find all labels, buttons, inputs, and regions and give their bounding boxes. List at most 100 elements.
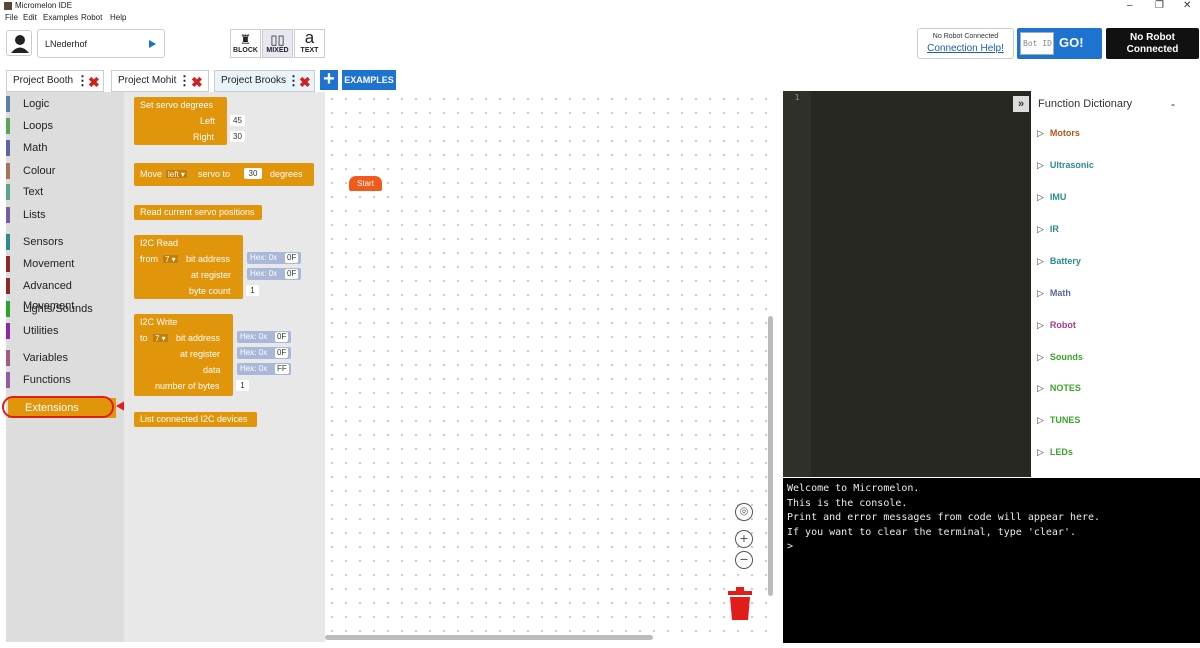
add-tab-button[interactable]: + bbox=[320, 69, 338, 90]
number-input[interactable]: 1 bbox=[246, 285, 259, 296]
bot-id-input[interactable]: Bot ID bbox=[1020, 32, 1054, 55]
menu-file[interactable]: File bbox=[5, 12, 18, 24]
category-variables[interactable]: Variables bbox=[6, 348, 124, 368]
hex-input[interactable]: 0F bbox=[275, 332, 289, 342]
menu-help[interactable]: Help bbox=[110, 12, 126, 24]
dict-item-imu[interactable]: ▷ IMU bbox=[1037, 192, 1066, 203]
category-label: Sensors bbox=[23, 236, 64, 248]
robot-status-button[interactable]: No Robot Connected bbox=[1106, 28, 1199, 59]
block-workspace[interactable] bbox=[325, 92, 779, 642]
code-editor[interactable]: 1 bbox=[783, 91, 1031, 477]
mode-mixed-button[interactable]: ▯▯ MIXED bbox=[262, 29, 293, 58]
category-label: Logic bbox=[23, 98, 50, 110]
kebab-menu-icon[interactable]: ⋮ bbox=[178, 71, 191, 91]
category-advanced-movement[interactable]: Advanced Movement bbox=[6, 276, 124, 312]
hex-block[interactable]: Hex: 0x 0F bbox=[237, 331, 291, 343]
dict-item-ultrasonic[interactable]: ▷ Ultrasonic bbox=[1037, 160, 1094, 171]
category-colour[interactable]: Colour bbox=[6, 161, 124, 181]
trash-icon[interactable] bbox=[727, 587, 753, 620]
number-input[interactable]: 45 bbox=[230, 115, 245, 126]
category-sensors[interactable]: Sensors bbox=[6, 232, 124, 252]
bits-dropdown[interactable]: 7 ▾ bbox=[152, 333, 169, 343]
dict-item-motors[interactable]: ▷ Motors bbox=[1037, 128, 1080, 139]
dict-item-label: NOTES bbox=[1049, 383, 1081, 393]
category-lights-sounds[interactable]: Lights/Sounds bbox=[6, 299, 124, 319]
number-input[interactable]: 1 bbox=[236, 380, 249, 391]
category-functions[interactable]: Functions bbox=[6, 370, 124, 390]
block-i2c-read[interactable]: I2C Read from 7 ▾ bit address at registe… bbox=[134, 235, 259, 299]
dict-item-label: IR bbox=[1049, 224, 1059, 234]
workspace-vertical-scrollbar[interactable] bbox=[768, 316, 773, 596]
dict-item-sounds[interactable]: ▷ Sounds bbox=[1037, 352, 1083, 363]
block-read-servo-positions[interactable]: Read current servo positions bbox=[134, 205, 262, 220]
category-label: Lights/Sounds bbox=[23, 303, 93, 315]
zoom-in-icon[interactable]: + bbox=[735, 530, 753, 548]
start-block[interactable]: Start bbox=[349, 176, 382, 191]
play-arrow-icon[interactable] bbox=[149, 40, 156, 48]
menu-edit[interactable]: Edit bbox=[23, 12, 37, 24]
category-lists[interactable]: Lists bbox=[6, 205, 124, 225]
category-color-bar bbox=[6, 96, 10, 112]
dict-item-leds[interactable]: ▷ LEDs bbox=[1037, 447, 1073, 458]
mode-block-button[interactable]: ♜ BLOCK bbox=[230, 29, 261, 58]
close-tab-icon[interactable]: ✖ bbox=[88, 72, 100, 92]
expand-triangle-icon: ▷ bbox=[1037, 320, 1044, 330]
dict-item-math[interactable]: ▷ Math bbox=[1037, 288, 1071, 299]
connection-help-link[interactable]: Connection Help! bbox=[918, 43, 1013, 54]
close-tab-icon[interactable]: ✖ bbox=[191, 72, 203, 92]
category-color-bar bbox=[6, 323, 10, 339]
minimize-dictionary-icon[interactable]: - bbox=[1171, 97, 1175, 111]
bits-dropdown[interactable]: 7 ▾ bbox=[162, 254, 179, 264]
hex-block[interactable]: Hex: 0x 0F bbox=[247, 252, 301, 264]
side-dropdown[interactable]: left ▾ bbox=[165, 169, 188, 179]
category-utilities[interactable]: Utilities bbox=[6, 321, 124, 341]
minimize-icon[interactable]: – bbox=[1127, 0, 1133, 12]
text-a-icon: a bbox=[304, 28, 315, 47]
category-loops[interactable]: Loops bbox=[6, 116, 124, 136]
block-move-servo[interactable]: Move left ▾ servo to 30 degrees bbox=[134, 163, 314, 186]
zoom-out-icon[interactable]: − bbox=[735, 551, 753, 569]
go-button[interactable]: GO! bbox=[1059, 35, 1084, 50]
expand-triangle-icon: ▷ bbox=[1037, 352, 1044, 362]
console-terminal[interactable]: Welcome to Micromelon. This is the consol… bbox=[783, 478, 1200, 643]
number-input[interactable]: 30 bbox=[244, 168, 262, 179]
hex-block[interactable]: Hex: 0x FF bbox=[237, 363, 291, 375]
restore-icon[interactable]: ❐ bbox=[1155, 0, 1164, 12]
hex-block[interactable]: Hex: 0x 0F bbox=[247, 268, 301, 280]
block-list-i2c-devices[interactable]: List connected I2C devices bbox=[134, 412, 257, 427]
tab-project-mohit[interactable]: Project Mohit ⋮ ✖ bbox=[111, 70, 209, 92]
collapse-panel-icon[interactable]: » bbox=[1013, 96, 1029, 112]
hex-block[interactable]: Hex: 0x 0F bbox=[237, 347, 291, 359]
dict-item-notes[interactable]: ▷ NOTES bbox=[1037, 383, 1081, 394]
menu-robot[interactable]: Robot bbox=[81, 12, 102, 24]
tab-project-brooks[interactable]: Project Brooks ⋮ ✖ bbox=[214, 70, 315, 92]
close-tab-icon[interactable]: ✖ bbox=[299, 72, 311, 92]
category-movement[interactable]: Movement bbox=[6, 254, 124, 274]
dict-item-ir[interactable]: ▷ IR bbox=[1037, 224, 1059, 235]
dict-item-tunes[interactable]: ▷ TUNES bbox=[1037, 415, 1080, 426]
user-selector[interactable]: LNederhof bbox=[37, 29, 165, 58]
tab-project-booth[interactable]: Project Booth ⋮ ✖ bbox=[6, 70, 104, 92]
mode-text-label: TEXT bbox=[300, 47, 319, 54]
category-label: Math bbox=[23, 142, 48, 154]
number-input[interactable]: 30 bbox=[230, 131, 245, 142]
hex-input[interactable]: 0F bbox=[285, 269, 299, 279]
avatar[interactable] bbox=[6, 30, 32, 56]
workspace-horizontal-scrollbar[interactable] bbox=[325, 635, 653, 640]
dict-item-battery[interactable]: ▷ Battery bbox=[1037, 256, 1081, 267]
menu-examples[interactable]: Examples bbox=[43, 12, 78, 24]
hex-input[interactable]: FF bbox=[275, 364, 289, 374]
examples-button[interactable]: EXAMPLES bbox=[342, 70, 396, 90]
category-math[interactable]: Math bbox=[6, 138, 124, 158]
category-logic[interactable]: Logic bbox=[6, 94, 124, 114]
block-i2c-write[interactable]: I2C Write to 7 ▾ bit address at register… bbox=[134, 314, 249, 396]
dict-item-robot[interactable]: ▷ Robot bbox=[1037, 320, 1076, 331]
close-icon[interactable]: ✕ bbox=[1183, 0, 1191, 12]
block-set-servo-degrees[interactable]: Set servo degrees Left 45 Right 30 bbox=[134, 97, 245, 145]
hex-input[interactable]: 0F bbox=[275, 348, 289, 358]
hex-input[interactable]: 0F bbox=[285, 253, 299, 263]
category-color-bar bbox=[6, 163, 10, 179]
mode-text-button[interactable]: a TEXT bbox=[294, 29, 325, 58]
category-text[interactable]: Text bbox=[6, 182, 124, 202]
recenter-icon[interactable]: ◎ bbox=[735, 503, 753, 521]
